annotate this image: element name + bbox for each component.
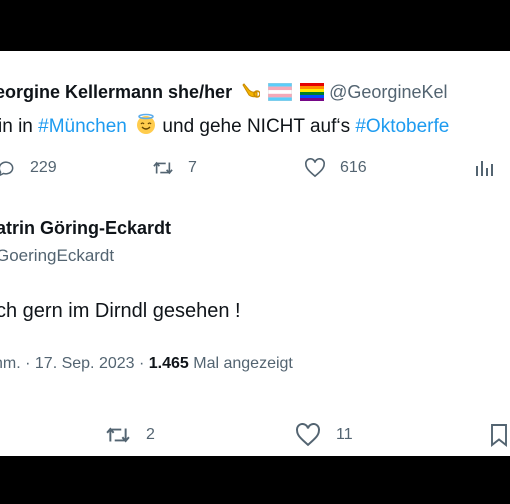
hashtag-oktoberfest[interactable]: #Oktoberfe xyxy=(355,116,449,137)
trans-flag-emoji-icon xyxy=(267,82,293,106)
tweet2-like-button[interactable]: 11 xyxy=(294,423,353,447)
tweet2-retweet-count: 2 xyxy=(146,426,155,443)
tweet1-text: in in #München und gehe NICHT auf‘s #Okt… xyxy=(0,113,449,141)
tweet1-reply-count: 229 xyxy=(30,159,57,176)
tweet2-meta: hm. · 17. Sep. 2023 · 1.465 Mal angezeig… xyxy=(0,355,293,373)
tweet1-header: eorgine Kellermann she/her @GeorgineKel xyxy=(0,81,447,106)
screenshot-frame: eorgine Kellermann she/her @GeorgineKel … xyxy=(0,0,510,504)
tweet1-action-bar: 229 7 616 xyxy=(0,158,510,180)
tweet2-retweet-button[interactable]: 2 xyxy=(104,423,155,447)
hashtag-muenchen[interactable]: #München xyxy=(38,116,127,137)
tweet1-author-name[interactable]: eorgine Kellermann she/her xyxy=(0,82,232,102)
horn-emoji-icon xyxy=(240,81,261,106)
tweet1-like-button[interactable]: 616 xyxy=(304,158,367,178)
tweet1-views-button[interactable] xyxy=(474,158,494,178)
tweet2-timestamp[interactable]: hm. · 17. Sep. 2023 · xyxy=(0,355,149,372)
tweet1-reply-button[interactable]: 229 xyxy=(0,158,57,178)
smiling-halo-emoji-icon xyxy=(135,113,157,141)
tweet2-views-count: 1.465 xyxy=(148,355,189,372)
tweet2-author-handle[interactable]: GoeringEckardt xyxy=(0,246,114,266)
heart-icon xyxy=(294,423,322,447)
tweet2-action-bar: 2 11 xyxy=(0,423,510,447)
heart-icon xyxy=(304,158,326,178)
tweet2-bookmark-button[interactable] xyxy=(488,423,510,447)
tweet1-text-prefix: in in xyxy=(0,116,39,137)
rainbow-flag-emoji-icon xyxy=(300,83,325,106)
tweet2-author-name[interactable]: atrin Göring-Eckardt xyxy=(0,218,171,239)
tweet1-retweet-button[interactable]: 7 xyxy=(152,158,197,178)
tweet1-text-mid: und gehe NICHT auf‘s xyxy=(157,116,356,137)
tweet-card: eorgine Kellermann she/her @GeorgineKel … xyxy=(0,51,510,456)
tweet1-retweet-count: 7 xyxy=(188,159,197,176)
tweet2-like-count: 11 xyxy=(336,426,353,443)
tweet1-author-handle[interactable]: @GeorgineKel xyxy=(329,82,447,102)
bookmark-icon xyxy=(488,423,510,447)
tweet1-like-count: 616 xyxy=(340,159,367,176)
retweet-icon xyxy=(152,158,174,178)
tweet2-text: ch gern im Dirndl gesehen ! xyxy=(0,300,241,322)
retweet-icon xyxy=(104,423,132,447)
tweet2-views-label: Mal angezeigt xyxy=(188,355,293,372)
analytics-icon xyxy=(474,158,494,178)
reply-icon xyxy=(0,158,16,178)
